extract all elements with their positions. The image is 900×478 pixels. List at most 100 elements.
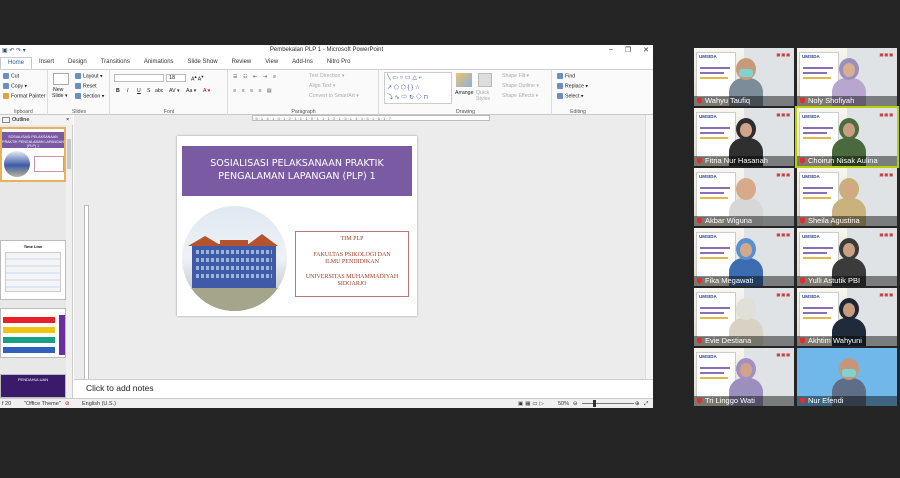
find-button[interactable]: Find — [557, 73, 575, 79]
participant-tile[interactable]: Nur Efendi — [797, 348, 897, 406]
participant-tile[interactable]: UMSIDA ▣ ▣ ▣ Akbar Wiguna — [694, 168, 794, 226]
zoom-level[interactable]: 50% — [558, 401, 569, 407]
participant-tile[interactable]: UMSIDA ▣ ▣ ▣ Akhtim Wahyuni — [797, 288, 897, 346]
arrange-button[interactable]: Arrange — [455, 90, 473, 96]
poster-bar — [803, 137, 831, 139]
tab-transitions[interactable]: Transitions — [94, 57, 137, 69]
format-painter-button[interactable]: Format Painter — [3, 93, 45, 99]
tab-design[interactable]: Design — [61, 57, 94, 69]
slide-thumbnail-2[interactable]: Time Line — [0, 240, 66, 300]
poster-bar — [803, 77, 831, 79]
tab-outline[interactable]: Outline — [12, 117, 29, 123]
new-slide-icon[interactable] — [53, 73, 69, 85]
tab-review[interactable]: Review — [225, 57, 259, 69]
participant-tile[interactable]: UMSIDA ▣ ▣ ▣ Tri Linggo Wati — [694, 348, 794, 406]
section-button[interactable]: Section ▾ — [75, 93, 104, 99]
slide-thumbnail-3[interactable] — [0, 308, 66, 358]
participant-name: Evie Destiana — [705, 336, 752, 345]
replace-button[interactable]: Replace ▾ — [557, 83, 588, 89]
umsida-logo: UMSIDA — [802, 114, 820, 119]
participant-name-label: Evie Destiana — [694, 336, 794, 346]
char-spacing-button[interactable]: AV ▾ — [169, 88, 180, 94]
minimize-button[interactable]: ‒ — [609, 46, 613, 54]
campus-building-photo[interactable] — [182, 206, 287, 311]
participant-tile[interactable]: UMSIDA ▣ ▣ ▣ Sheila Agustina — [797, 168, 897, 226]
poster-bar — [803, 192, 827, 194]
participant-tile[interactable]: UMSIDA ▣ ▣ ▣ Fika Megawati — [694, 228, 794, 286]
cut-button[interactable]: Cut — [3, 73, 19, 79]
participant-tile[interactable]: UMSIDA ▣ ▣ ▣ Noly Shofiyah — [797, 48, 897, 106]
tab-home[interactable]: Home — [0, 57, 33, 69]
grow-font-button[interactable]: A▴ A▾ — [191, 74, 203, 83]
current-slide[interactable]: SOSIALISASI PELAKSANAAN PRAKTIK PENGALAM… — [177, 136, 417, 316]
maximize-button[interactable]: ❐ — [625, 46, 631, 54]
poster-bar — [700, 67, 730, 69]
font-color-button[interactable]: A ▾ — [203, 88, 210, 94]
participant-tile[interactable]: UMSIDA ▣ ▣ ▣ Yulli Astutik PBI — [797, 228, 897, 286]
notes-pane[interactable]: Click to add notes — [74, 379, 653, 398]
select-button[interactable]: Select ▾ — [557, 93, 583, 99]
slide-textbox[interactable]: TIM PLP FAKULTAS PSIKOLOGI DAN ILMU PEND… — [295, 231, 409, 297]
font-size-dropdown[interactable]: 18 — [166, 74, 186, 82]
italic-button[interactable]: I — [127, 88, 128, 94]
pane-scrollbar[interactable] — [66, 125, 72, 398]
quick-styles-button[interactable]: Quick Styles — [476, 90, 498, 102]
shape-outline-button[interactable]: Shape Outline ▾ — [502, 83, 539, 89]
change-case-button[interactable]: Aa ▾ — [186, 88, 196, 94]
partner-logos: ▣ ▣ ▣ — [879, 232, 893, 237]
text-direction-button[interactable]: Text Direction ▾ — [309, 73, 344, 79]
participant-face — [740, 243, 752, 257]
participant-tile[interactable]: UMSIDA ▣ ▣ ▣ Evie Destiana — [694, 288, 794, 346]
close-button[interactable]: ✕ — [643, 46, 649, 54]
strikethrough-button[interactable]: abc — [155, 88, 163, 94]
font-family-dropdown[interactable] — [114, 74, 164, 82]
shadow-button[interactable]: S — [147, 88, 150, 94]
zoom-slider-track[interactable] — [582, 403, 634, 404]
shape-effects-button[interactable]: Shape Effects ▾ — [502, 93, 538, 99]
quick-styles-icon[interactable] — [478, 73, 492, 87]
fit-to-window-button[interactable]: ⤢ — [644, 401, 648, 408]
participant-tile[interactable]: UMSIDA ▣ ▣ ▣ Fitria Nur Hasanah — [694, 108, 794, 166]
participant-tile[interactable]: UMSIDA ▣ ▣ ▣ Wahyu Taufiq — [694, 48, 794, 106]
bold-button[interactable]: B — [116, 88, 120, 94]
layout-button[interactable]: Layout ▾ — [75, 73, 103, 79]
group-editing: Find Replace ▾ Select ▾ Editing — [553, 70, 603, 116]
view-buttons[interactable]: ▣▦▭▷ — [518, 401, 546, 407]
shapes-gallery[interactable]: ╲ ▭ ○ ▭ △ ⌐ ↗ ⬠ ⬡ { } ☆ ⤵ ∿ ⇨ ↻ ◇ ⊓ — [384, 72, 452, 104]
tab-insert[interactable]: Insert — [32, 57, 61, 69]
slide-thumbnail-4[interactable]: PENDAHULUAN — [0, 374, 66, 398]
underline-button[interactable]: U — [137, 88, 141, 94]
tab-animations[interactable]: Animations — [137, 57, 181, 69]
vertical-scrollbar[interactable] — [645, 115, 653, 379]
bullets-buttons[interactable]: ☰ ☷ ⇤ ⇥ ≡ — [233, 74, 278, 80]
participant-name-label: Wahyu Taufiq — [694, 96, 794, 106]
tab-add-ins[interactable]: Add-Ins — [285, 57, 320, 69]
arrange-icon[interactable] — [456, 73, 472, 87]
zoom-in-button[interactable]: ⊕ — [635, 401, 640, 407]
face-mask — [739, 69, 753, 77]
pane-close-icon[interactable]: × — [66, 117, 69, 123]
poster-bar — [803, 197, 831, 199]
participant-name: Fitria Nur Hasanah — [705, 156, 768, 165]
scrollbar-thumb[interactable] — [67, 139, 71, 169]
reset-button[interactable]: Reset — [75, 83, 97, 89]
alignment-buttons[interactable]: ≡ ≡ ≡ ≡ ▤ — [233, 88, 274, 94]
participant-face — [843, 303, 855, 317]
copy-button[interactable]: Copy ▾ — [3, 83, 27, 89]
slide-thumbnail-1[interactable]: SOSIALISASI PELAKSANAAN PRAKTIK PENGALAM… — [0, 127, 66, 182]
zoom-out-button[interactable]: ⊖ — [573, 401, 578, 407]
tab-slide-show[interactable]: Slide Show — [181, 57, 225, 69]
shape-fill-button[interactable]: Shape Fill ▾ — [502, 73, 529, 79]
tab-nitro-pro[interactable]: Nitro Pro — [320, 57, 358, 69]
spellcheck-icon[interactable]: ⊘ — [65, 401, 70, 407]
align-text-button[interactable]: Align Text ▾ — [309, 83, 335, 89]
participant-tile[interactable]: UMSIDA ▣ ▣ ▣ Choirun Nisak Aulina — [795, 106, 899, 168]
status-bar: f 20 "Office Theme" ⊘ English (U.S.) ▣▦▭… — [0, 398, 653, 408]
slide-title[interactable]: SOSIALISASI PELAKSANAAN PRAKTIK PENGALAM… — [182, 146, 412, 196]
language-indicator[interactable]: English (U.S.) — [82, 401, 116, 407]
zoom-slider-thumb[interactable] — [592, 400, 596, 407]
tab-slides[interactable] — [2, 117, 10, 123]
convert-smartart-button[interactable]: Convert to SmartArt ▾ — [309, 93, 359, 99]
tab-view[interactable]: View — [258, 57, 285, 69]
new-slide-dropdown[interactable]: Slide ▾ — [52, 93, 68, 99]
